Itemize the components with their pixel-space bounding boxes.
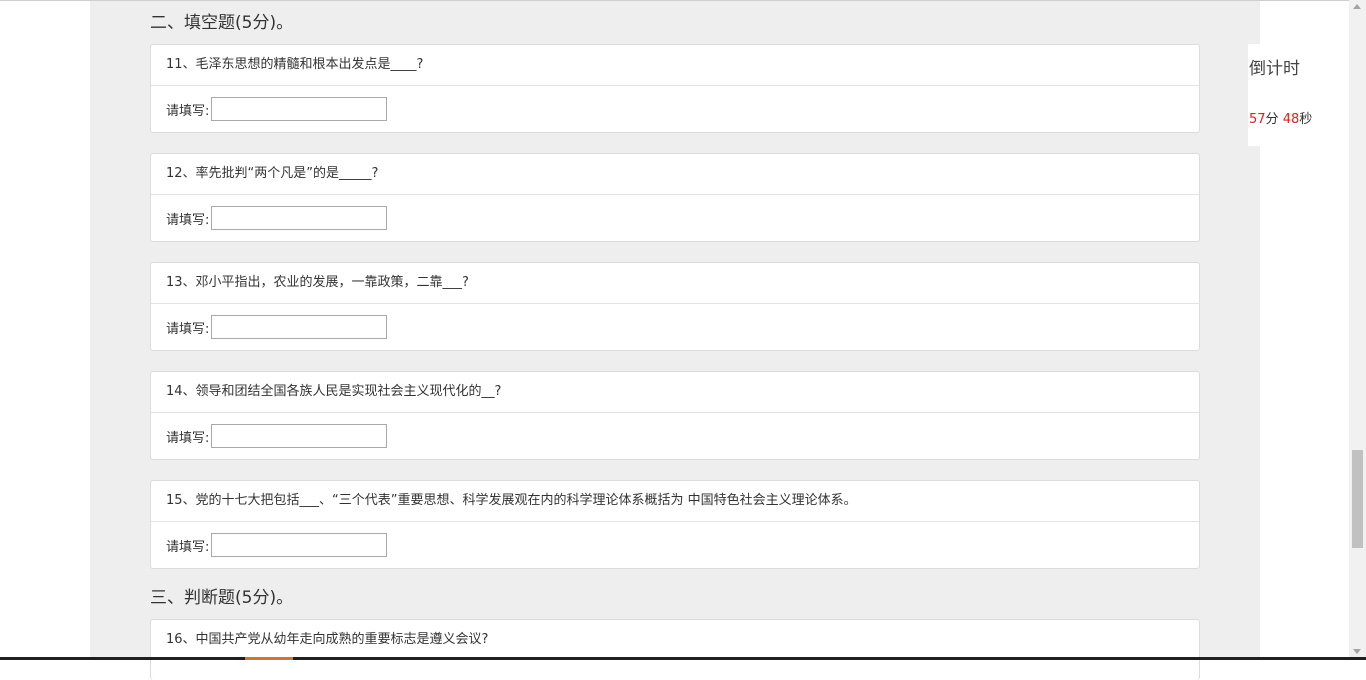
section-heading-true-false: 三、判断题(5分)。: [150, 588, 294, 608]
answer-label-13: 请填写:: [166, 321, 210, 337]
countdown-time: 57分 48秒: [1249, 108, 1312, 127]
question-text-16: 16、中国共产党从幼年走向成熟的重要标志是遵义会议?: [166, 632, 489, 647]
question-card-11: 11、毛泽东思想的精髓和根本出发点是____? 请填写:: [150, 44, 1200, 133]
section-heading-fill-blank: 二、填空题(5分)。: [150, 13, 294, 33]
question-text-11: 11、毛泽东思想的精髓和根本出发点是____?: [151, 45, 1199, 86]
question-card-14: 14、领导和团结全国各族人民是实现社会主义现代化的__? 请填写:: [150, 371, 1200, 460]
answer-label-14: 请填写:: [166, 430, 210, 446]
answer-row-12: 请填写:: [151, 195, 1199, 241]
answer-row-11: 请填写:: [151, 86, 1199, 132]
answer-row-15: 请填写:: [151, 522, 1199, 568]
question-text-14: 14、领导和团结全国各族人民是实现社会主义现代化的__?: [151, 372, 1199, 413]
answer-row-14: 请填写:: [151, 413, 1199, 459]
question-card-13: 13、邓小平指出，农业的发展，一靠政策，二靠___? 请填写:: [150, 262, 1200, 351]
countdown-minutes: 57: [1249, 112, 1266, 127]
scrollbar-thumb[interactable]: [1352, 450, 1363, 548]
answer-label-12: 请填写:: [166, 212, 210, 228]
question-card-16: 16、中国共产党从幼年走向成熟的重要标志是遵义会议?: [150, 619, 1200, 680]
countdown-panel: 倒计时 57分 48秒: [1248, 44, 1318, 146]
countdown-seconds: 48: [1282, 112, 1300, 127]
vertical-scrollbar[interactable]: [1349, 0, 1366, 660]
answer-input-12[interactable]: [211, 206, 388, 230]
question-text-12: 12、率先批判“两个凡是”的是_____?: [151, 154, 1199, 195]
answer-label-11: 请填写:: [166, 103, 210, 119]
countdown-title: 倒计时: [1249, 59, 1300, 79]
scroll-up-arrow-icon[interactable]: [1353, 4, 1361, 9]
question-card-15: 15、党的十七大把包括___、“三个代表”重要思想、科学发展观在内的科学理论体系…: [150, 480, 1200, 569]
answer-label-15: 请填写:: [166, 539, 210, 555]
question-text-13: 13、邓小平指出，农业的发展，一靠政策，二靠___?: [151, 263, 1199, 304]
question-text-15: 15、党的十七大把包括___、“三个代表”重要思想、科学发展观在内的科学理论体系…: [151, 481, 1199, 522]
countdown-seconds-unit: 秒: [1299, 112, 1313, 127]
question-card-12: 12、率先批判“两个凡是”的是_____? 请填写:: [150, 153, 1200, 242]
countdown-minutes-unit: 分: [1265, 112, 1279, 127]
answer-row-13: 请填写:: [151, 304, 1199, 350]
answer-input-14[interactable]: [211, 424, 388, 448]
scroll-down-arrow-icon[interactable]: [1353, 649, 1361, 654]
answer-input-15[interactable]: [211, 533, 388, 557]
answer-input-11[interactable]: [211, 97, 388, 121]
answer-input-13[interactable]: [211, 315, 388, 339]
